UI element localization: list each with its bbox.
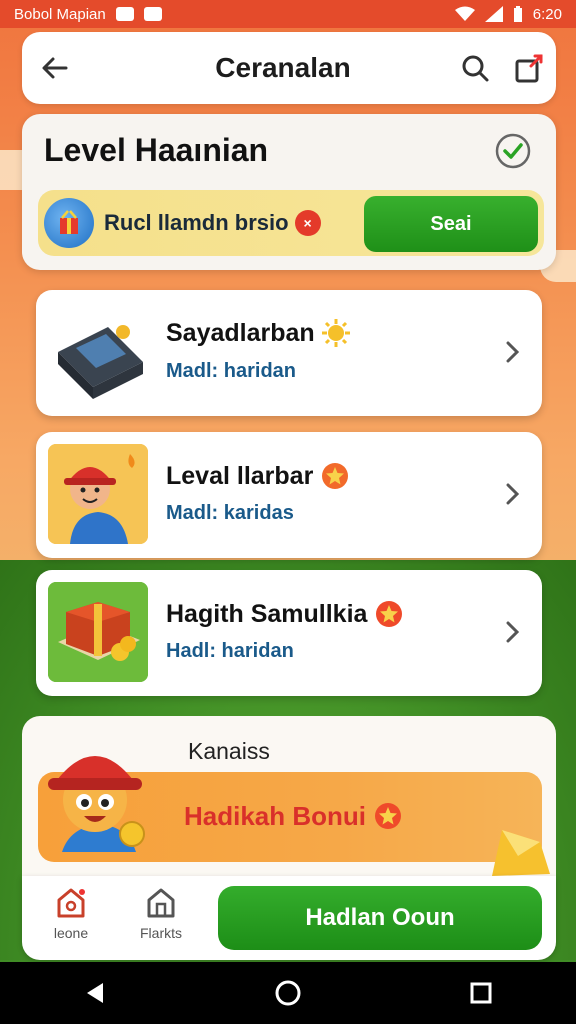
star-badge-icon (375, 803, 402, 829)
search-button[interactable] (448, 32, 502, 104)
check-circle-icon[interactable] (494, 132, 532, 170)
task-title: Leval llarbar (166, 460, 351, 492)
arrow-left-icon (42, 57, 68, 79)
task-item-2[interactable]: Leval llarbar Madl: karidas (36, 432, 542, 558)
wifi-icon (454, 6, 475, 21)
card-reader-icon (48, 302, 148, 402)
nav-shop-label: Flarkts (140, 925, 182, 941)
task-item-3[interactable]: Hagith Samullkia Hadl: haridan (36, 570, 542, 696)
notification-icon (115, 7, 134, 21)
bonus-label: Kanaiss (188, 738, 270, 764)
promo-text: Rucl llamdn brsio (104, 210, 289, 235)
level-title: Level Haaınian (44, 132, 269, 168)
nav-home-label: leone (53, 925, 89, 941)
status-bar: Bobol Mapian 6:20 (0, 0, 576, 28)
chevron-right-icon (506, 341, 520, 363)
nav-home[interactable]: leone (36, 886, 106, 941)
search-icon (462, 55, 489, 82)
task-title-text: Leval llarbar (166, 461, 314, 490)
back-triangle-icon[interactable] (83, 981, 107, 1005)
shop-icon (147, 888, 175, 918)
home-circle-icon[interactable] (274, 979, 302, 1007)
gem-icon (492, 830, 550, 876)
task-item-1[interactable]: Sayadlarban Madl: haridan (36, 290, 542, 416)
bonus-title-text: Hadikah Bonui (184, 800, 367, 831)
sun-badge-icon (321, 319, 350, 347)
task-title: Sayadlarban (166, 318, 351, 348)
signal-icon (484, 6, 503, 22)
page-title: Ceranalan (215, 52, 351, 83)
share-button[interactable] (502, 32, 556, 104)
app-header: Ceranalan (22, 32, 556, 104)
task-title-text: Hagith Samullkia (166, 599, 368, 628)
chevron-right-icon (506, 483, 520, 505)
status-app-text: Bobol Mapian (14, 5, 106, 23)
share-icon (515, 54, 543, 83)
status-time: 6:20 (532, 5, 562, 23)
send-button[interactable]: Seai (364, 196, 538, 252)
task-subtitle: Hadl: haridan (166, 640, 294, 662)
bottom-bar: leone Flarkts Hadlan Ooun (22, 876, 556, 960)
mail-icon (143, 7, 162, 21)
gift-bag-icon (44, 198, 94, 248)
back-button[interactable] (22, 32, 88, 104)
character-icon (48, 444, 148, 544)
system-nav-bar (0, 962, 576, 1024)
home-icon (57, 888, 85, 918)
task-title-text: Sayadlarban (166, 318, 315, 347)
promo-bar: Rucl llamdn brsio × Seai (38, 190, 544, 256)
star-badge-icon (322, 463, 349, 489)
mascot-icon (48, 756, 145, 852)
star-badge-icon (376, 601, 403, 627)
treasure-chest-icon (48, 582, 148, 682)
bonus-title: Hadikah Bonui (184, 800, 404, 832)
close-badge-icon[interactable]: × (294, 210, 321, 236)
task-subtitle: Madl: haridan (166, 360, 297, 382)
nav-shop[interactable]: Flarkts (126, 886, 196, 941)
chevron-right-icon (506, 621, 520, 643)
claim-button[interactable]: Hadlan Ooun (218, 886, 542, 950)
level-card: Level Haaınian Rucl llamdn brsio × Seai (22, 114, 556, 270)
task-title: Hagith Samullkia (166, 598, 405, 630)
battery-icon (513, 6, 522, 22)
task-subtitle: Madl: karidas (166, 502, 294, 524)
recents-square-icon[interactable] (469, 981, 493, 1005)
